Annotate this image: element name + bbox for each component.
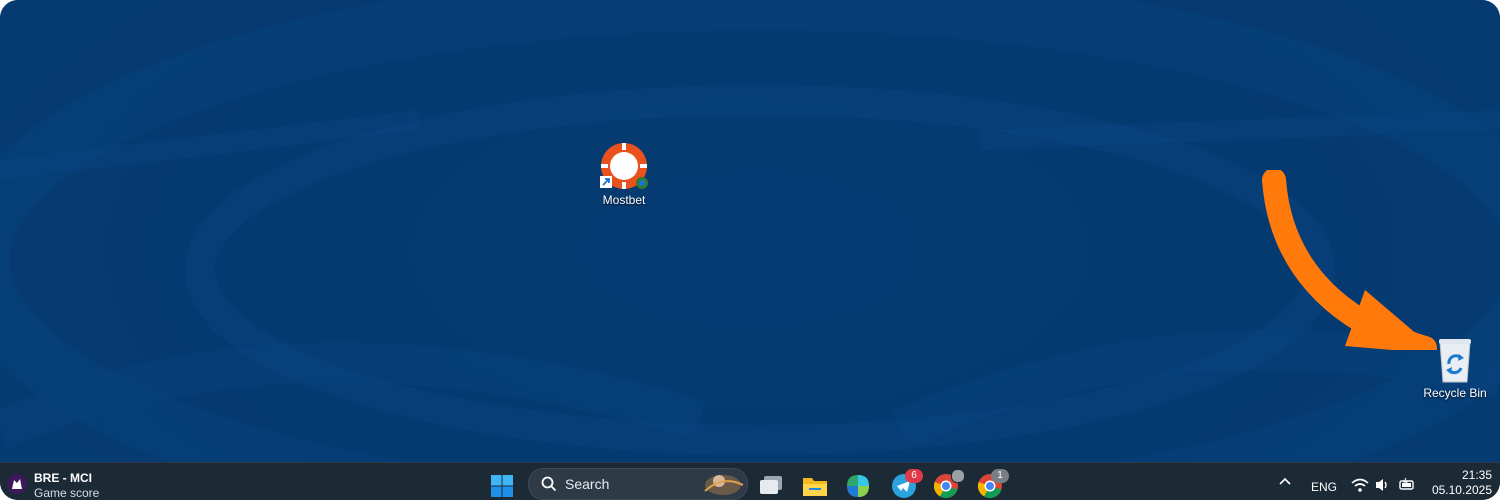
file-explorer-button[interactable] <box>801 474 829 500</box>
battery-button[interactable] <box>1398 476 1416 497</box>
screen: Mostbet Recycle Bin BRE - MCI Game score… <box>0 0 1500 500</box>
taskbar: BRE - MCI Game score Search 6 1 ENG 21:3… <box>0 462 1500 500</box>
widget-subtitle: Game score <box>34 486 100 500</box>
task-view-button[interactable] <box>758 474 786 500</box>
annotation-arrow <box>1262 170 1437 350</box>
wifi-icon <box>1351 478 1369 492</box>
clock[interactable]: 21:35 05.10.2025 <box>1432 468 1492 498</box>
windows-start-icon <box>491 475 513 497</box>
office-app-icon <box>847 475 869 497</box>
recycle-bin-icon <box>1435 336 1475 384</box>
telegram-badge: 6 <box>905 469 923 483</box>
mostbet-shortcut[interactable]: Mostbet <box>584 141 664 207</box>
office-app-button[interactable] <box>845 473 873 500</box>
language-indicator[interactable]: ENG <box>1311 480 1337 494</box>
mostbet-label: Mostbet <box>602 193 646 207</box>
task-view-icon <box>760 476 782 494</box>
chrome-badge: 1 <box>991 469 1009 483</box>
score-widget[interactable]: BRE - MCI Game score <box>4 468 144 500</box>
clock-date: 05.10.2025 <box>1431 483 1492 497</box>
search-icon <box>541 476 557 492</box>
volume-button[interactable] <box>1374 477 1392 498</box>
chevron-up-icon <box>1279 477 1291 485</box>
mostbet-icon <box>599 141 649 191</box>
telegram-button[interactable]: 6 <box>891 469 923 500</box>
file-explorer-icon <box>803 478 827 496</box>
start-button[interactable] <box>490 474 516 500</box>
widget-title: BRE - MCI <box>34 471 92 485</box>
chrome-button-2[interactable]: 1 <box>977 469 1009 500</box>
clock-time: 21:35 <box>1461 468 1492 482</box>
profile-badge-icon <box>951 469 965 483</box>
chrome-button-1[interactable] <box>933 469 965 500</box>
desktop[interactable]: Mostbet Recycle Bin <box>0 0 1500 462</box>
battery-icon <box>1399 477 1414 490</box>
recycle-bin[interactable]: Recycle Bin <box>1415 336 1495 400</box>
speaker-icon <box>1376 479 1387 491</box>
search-label: Search <box>565 476 610 492</box>
premier-league-icon <box>7 474 27 494</box>
show-hidden-icons-button[interactable] <box>1278 475 1292 489</box>
search-highlight-icon <box>704 475 744 495</box>
search-box[interactable]: Search <box>528 468 748 500</box>
network-button[interactable] <box>1351 477 1369 498</box>
recycle-bin-label: Recycle Bin <box>1423 386 1487 400</box>
